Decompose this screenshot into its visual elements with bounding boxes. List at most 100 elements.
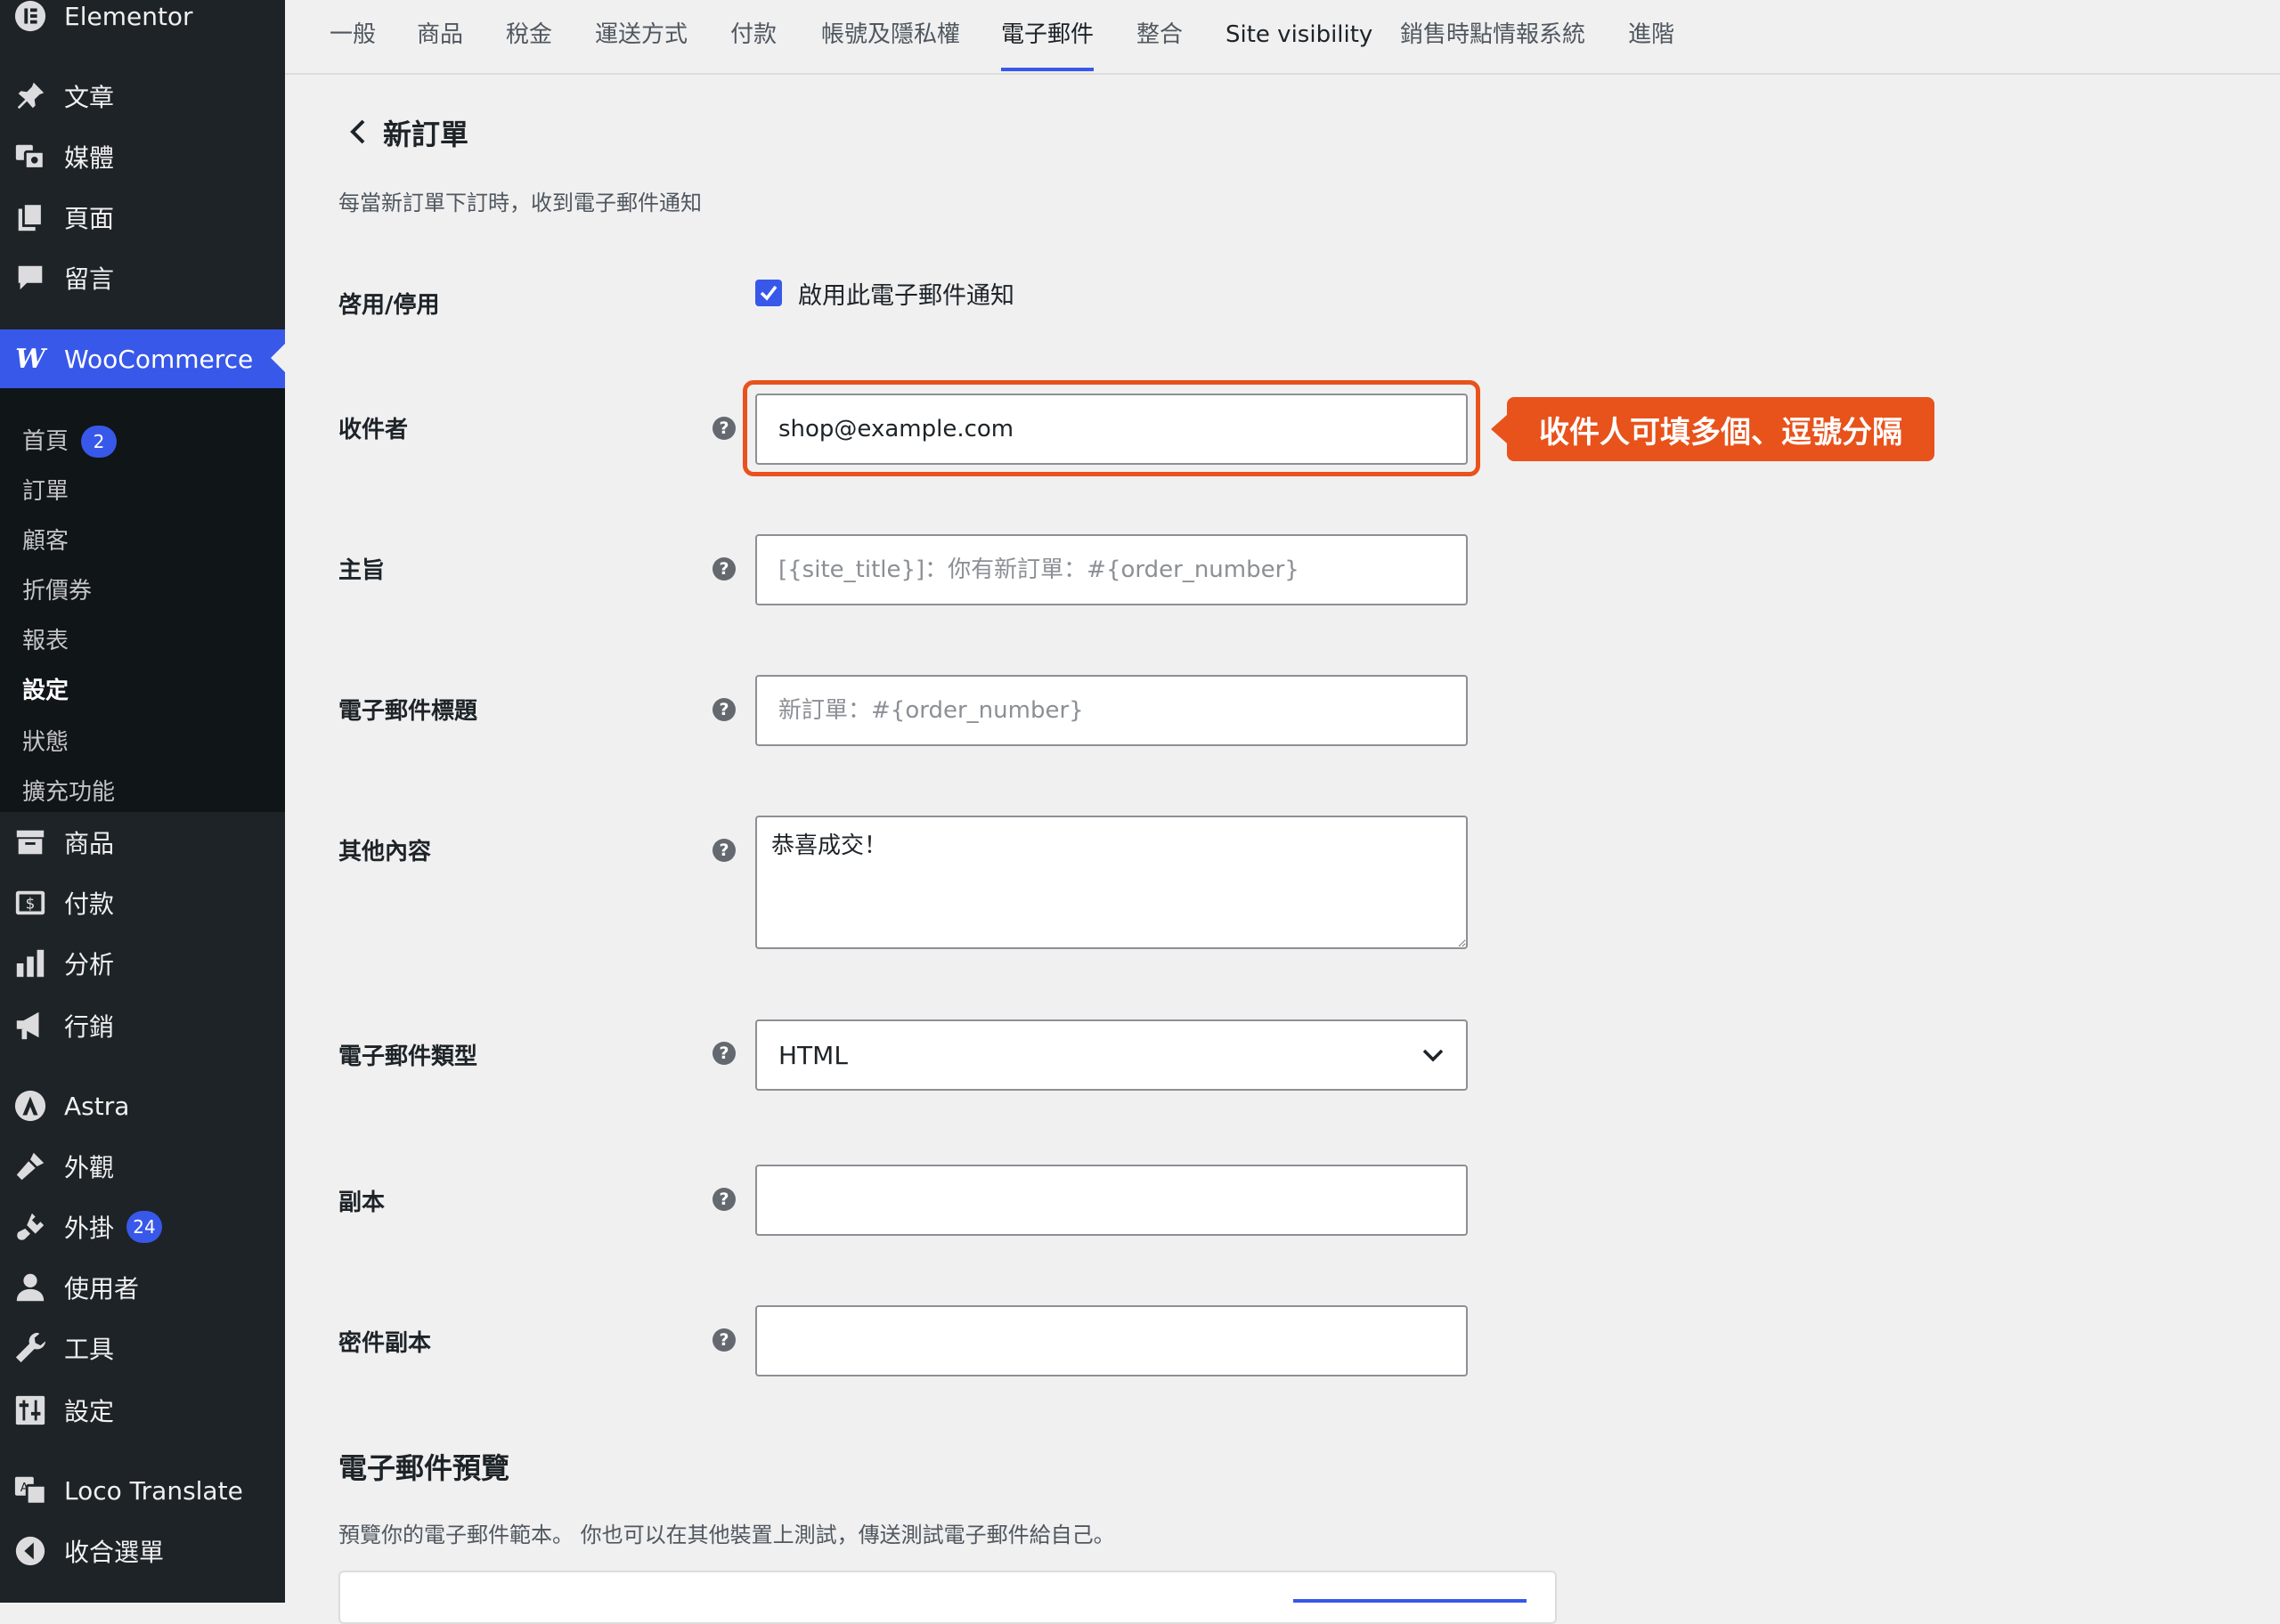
help-icon[interactable]: ? — [712, 1328, 736, 1352]
sidebar-item-label: Astra — [64, 1091, 130, 1121]
astra-icon — [12, 1088, 48, 1124]
sidebar-item-label: 文章 — [64, 83, 115, 112]
submenu-label: 折價券 — [22, 578, 93, 605]
recipient-label: 收件者 — [338, 417, 409, 443]
email-preview-title: 電子郵件預覽 — [338, 1451, 510, 1485]
submenu-label: 訂單 — [22, 478, 69, 505]
bcc-input[interactable] — [755, 1305, 1468, 1376]
sidebar-item-plugins[interactable]: 外掛 24 — [0, 1198, 285, 1255]
sidebar-item-appearance[interactable]: 外觀 — [0, 1138, 285, 1195]
sidebar-item-payments[interactable]: $ 付款 — [0, 874, 285, 931]
sidebar-item-comments[interactable]: 留言 — [0, 249, 285, 306]
sidebar-item-label: 付款 — [64, 889, 115, 919]
sidebar-item-elementor[interactable]: Elementor — [0, 0, 285, 45]
comments-icon — [12, 260, 48, 296]
email-heading-input[interactable] — [755, 675, 1468, 746]
email-type-value: HTML — [778, 1040, 848, 1070]
page-description: 每當新訂單下訂時，收到電子郵件通知 — [338, 191, 702, 215]
preview-device-button[interactable] — [1293, 1599, 1527, 1603]
help-icon[interactable]: ? — [712, 557, 736, 581]
appearance-icon — [12, 1149, 48, 1184]
tab-tax[interactable]: 稅金 — [506, 0, 552, 71]
sidebar-item-tools[interactable]: 工具 — [0, 1320, 285, 1376]
recipient-input[interactable] — [755, 394, 1468, 465]
email-type-select[interactable]: HTML — [755, 1019, 1468, 1091]
sidebar-item-analytics[interactable]: 分析 — [0, 935, 285, 992]
submenu-item-coupons[interactable]: 折價券 — [22, 573, 92, 609]
tab-shipping[interactable]: 運送方式 — [595, 0, 688, 71]
submenu-label: 顧客 — [22, 528, 69, 555]
tab-advanced[interactable]: 進階 — [1628, 0, 1674, 71]
sidebar-item-label: WooCommerce — [64, 344, 254, 374]
subject-label: 主旨 — [338, 557, 386, 584]
marketing-icon — [12, 1008, 48, 1043]
pin-icon — [12, 78, 48, 114]
sidebar-item-label: 工具 — [64, 1335, 115, 1364]
elementor-icon — [12, 0, 48, 34]
cc-label: 副本 — [338, 1190, 386, 1216]
help-icon[interactable]: ? — [712, 839, 736, 862]
subject-input[interactable] — [755, 534, 1468, 605]
tab-integration[interactable]: 整合 — [1136, 0, 1183, 71]
sidebar-item-posts[interactable]: 文章 — [0, 68, 285, 125]
help-icon[interactable]: ? — [712, 1188, 736, 1211]
svg-text:A: A — [20, 1482, 28, 1495]
chevron-down-icon — [1422, 1049, 1444, 1062]
submenu-item-status[interactable]: 狀態 — [22, 725, 69, 760]
sidebar-item-users[interactable]: 使用者 — [0, 1259, 285, 1316]
additional-content-label: 其他內容 — [338, 839, 432, 865]
submenu-item-reports[interactable]: 報表 — [22, 623, 69, 659]
sidebar-item-label: 媒體 — [64, 143, 115, 173]
tab-emails[interactable]: 電子郵件 — [1001, 0, 1095, 71]
tab-products[interactable]: 商品 — [417, 0, 463, 71]
sidebar-item-astra[interactable]: Astra — [0, 1077, 285, 1134]
sidebar-item-label: 分析 — [64, 950, 115, 979]
sidebar-item-label: 行銷 — [64, 1012, 115, 1042]
sidebar-item-woocommerce[interactable]: W WooCommerce — [0, 329, 285, 388]
sidebar-item-marketing[interactable]: 行銷 — [0, 997, 285, 1054]
help-icon[interactable]: ? — [712, 1042, 736, 1065]
help-icon[interactable]: ? — [712, 417, 736, 440]
media-icon — [12, 139, 48, 175]
analytics-icon — [12, 946, 48, 981]
settings-icon — [12, 1393, 48, 1428]
submenu-label: 首頁 — [22, 428, 69, 455]
sidebar-item-label: Elementor — [64, 1, 193, 31]
payments-icon: $ — [12, 885, 48, 921]
enable-label: 啓用/停用 — [338, 292, 440, 319]
help-icon[interactable]: ? — [712, 698, 736, 721]
settings-tabs: 一般 商品 稅金 運送方式 付款 帳號及隱私權 電子郵件 整合 Site vis… — [285, 0, 2280, 75]
sidebar-item-label: 留言 — [64, 264, 115, 294]
cc-input[interactable] — [755, 1165, 1468, 1236]
collapse-menu-button[interactable]: 收合選單 — [0, 1522, 285, 1579]
sidebar-item-pages[interactable]: 頁面 — [0, 189, 285, 246]
tab-general[interactable]: 一般 — [330, 0, 376, 71]
tab-pos[interactable]: 銷售時點情報系統 — [1400, 0, 1585, 71]
submenu-label: 擴充功能 — [22, 779, 116, 806]
sidebar-item-label: 商品 — [64, 829, 115, 858]
svg-text:$: $ — [26, 896, 36, 914]
submenu-label: 報表 — [22, 628, 69, 654]
back-button[interactable] — [340, 114, 376, 150]
tab-payments[interactable]: 付款 — [730, 0, 777, 71]
tab-site-visibility[interactable]: Site visibility — [1226, 0, 1372, 71]
submenu-item-home[interactable]: 首頁 2 — [22, 424, 118, 459]
sidebar-item-label: 頁面 — [64, 204, 115, 233]
submenu-item-settings[interactable]: 設定 — [22, 673, 69, 709]
enable-checkbox[interactable] — [755, 280, 782, 306]
additional-content-textarea[interactable]: 恭喜成交！ — [755, 816, 1468, 949]
submenu-item-orders[interactable]: 訂單 — [22, 474, 69, 509]
submenu-item-customers[interactable]: 顧客 — [22, 524, 69, 559]
woocommerce-icon: W — [15, 343, 45, 375]
enable-checkbox-label: 啟用此電子郵件通知 — [798, 282, 1014, 310]
page-title: 新訂單 — [383, 118, 469, 151]
users-icon — [12, 1270, 48, 1305]
sidebar-item-products[interactable]: 商品 — [0, 814, 285, 871]
sidebar-item-loco-translate[interactable]: A Loco Translate — [0, 1462, 285, 1519]
plugins-update-badge: 24 — [126, 1211, 163, 1243]
submenu-item-extensions[interactable]: 擴充功能 — [22, 775, 115, 810]
sidebar-item-media[interactable]: 媒體 — [0, 128, 285, 185]
tab-accounts-privacy[interactable]: 帳號及隱私權 — [821, 0, 960, 71]
sidebar-item-settings[interactable]: 設定 — [0, 1382, 285, 1439]
submenu-label: 狀態 — [22, 729, 69, 756]
